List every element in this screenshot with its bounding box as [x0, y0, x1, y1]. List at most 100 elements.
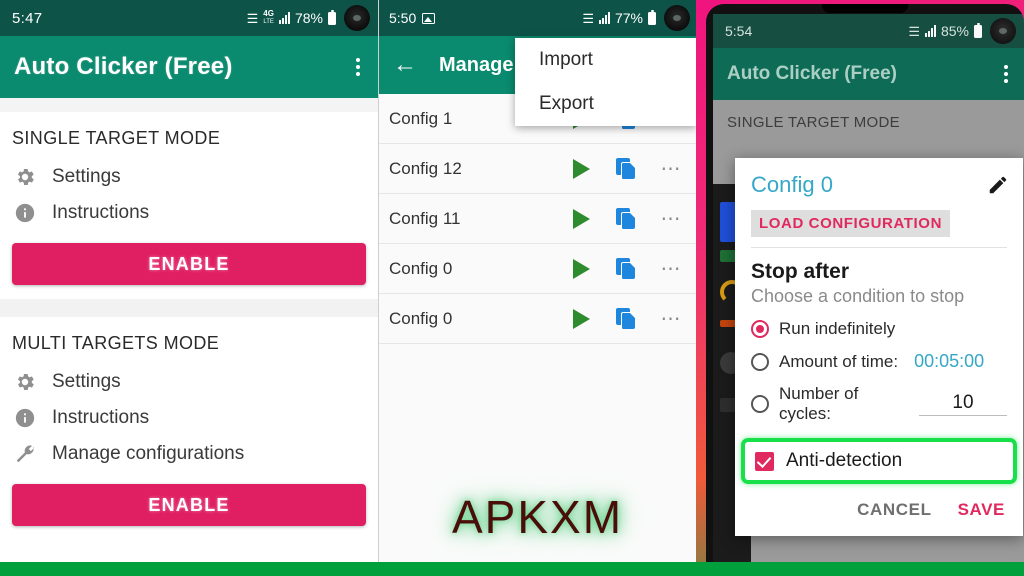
- image-icon: [422, 12, 436, 24]
- menu-item-settings-single[interactable]: Settings: [0, 159, 378, 195]
- play-icon[interactable]: [572, 258, 590, 279]
- pencil-icon[interactable]: [987, 174, 1009, 196]
- dialog-title: Config 0: [751, 172, 833, 197]
- kebab-menu-icon[interactable]: [350, 52, 366, 82]
- copy-icon[interactable]: [615, 208, 635, 229]
- config-name: Config 0: [389, 308, 453, 328]
- status-bar-panel1: 5:47 ☰ 4G LTE 78%: [0, 0, 378, 36]
- dialog-header: Config 0: [735, 170, 1023, 198]
- more-icon[interactable]: ⋯: [661, 309, 683, 329]
- config-name: Config 12: [389, 158, 462, 178]
- section-heading-multi-targets: MULTI TARGETS MODE: [12, 333, 220, 353]
- gear-icon: [14, 166, 36, 188]
- bottom-green-bar: [0, 562, 1024, 576]
- table-row[interactable]: Config 0 ⋯: [379, 294, 696, 344]
- anti-detection-label: Anti-detection: [786, 450, 903, 471]
- play-icon[interactable]: [572, 158, 590, 179]
- menu-item-instructions-single[interactable]: Instructions: [0, 195, 378, 231]
- screenshot-stage: 5:47 ☰ 4G LTE 78% Auto Clicker (Free) SIN…: [0, 0, 1024, 576]
- radio-icon-selected[interactable]: [751, 320, 769, 338]
- panel-auto-clicker-home: 5:47 ☰ 4G LTE 78% Auto Clicker (Free) SIN…: [0, 0, 378, 566]
- radio-label: Number of cycles:: [779, 384, 859, 423]
- camera-punchhole: [344, 5, 370, 31]
- section-heading-single-target: SINGLE TARGET MODE: [727, 114, 900, 131]
- gear-icon: [14, 371, 36, 393]
- app-bar-panel3: Auto Clicker (Free): [713, 48, 1024, 100]
- status-clock: 5:47: [12, 9, 43, 27]
- info-icon: [14, 407, 36, 429]
- table-row[interactable]: Config 0 ⋯: [379, 244, 696, 294]
- menu-item-instructions-multi[interactable]: Instructions: [0, 400, 378, 436]
- wifi-icon: ☰: [582, 10, 594, 26]
- play-icon[interactable]: [572, 308, 590, 329]
- menu-item-settings-multi[interactable]: Settings: [0, 364, 378, 400]
- config-edit-dialog: Config 0 LOAD CONFIGURATION Stop after C…: [735, 158, 1023, 536]
- copy-icon[interactable]: [615, 258, 635, 279]
- content-top-gap: [0, 98, 378, 112]
- status-icons: ☰ 85%: [908, 22, 982, 39]
- radio-option-number-of-cycles[interactable]: Number of cycles: 10: [735, 378, 1023, 430]
- enable-button-multi-targets[interactable]: ENABLE: [12, 484, 366, 526]
- more-icon[interactable]: ⋯: [661, 259, 683, 279]
- more-icon[interactable]: ⋯: [661, 159, 683, 179]
- radio-label: Amount of time:: [779, 351, 899, 371]
- load-configuration-button[interactable]: LOAD CONFIGURATION: [751, 210, 951, 237]
- battery-icon: [648, 9, 656, 25]
- radio-icon[interactable]: [751, 395, 769, 413]
- back-arrow-icon[interactable]: ←: [393, 53, 417, 77]
- cancel-button[interactable]: CANCEL: [857, 500, 931, 520]
- status-clock: 5:54: [725, 23, 753, 39]
- number-of-cycles-input[interactable]: 10: [919, 392, 1007, 416]
- dialog-actions: CANCEL SAVE: [735, 490, 1023, 536]
- menu-item-label: Manage configurations: [52, 443, 245, 464]
- signal-bars-icon: [278, 12, 290, 24]
- app-title: Auto Clicker (Free): [14, 53, 233, 80]
- wrench-icon: [14, 443, 36, 465]
- config-name: Config 0: [389, 258, 453, 278]
- section-divider: [0, 299, 378, 317]
- status-bar-panel2: 5:50 ☰ 77%: [379, 0, 696, 36]
- menu-item-label: Settings: [52, 371, 121, 392]
- phone-notch: [822, 4, 908, 13]
- checkbox-icon-checked[interactable]: [755, 451, 774, 471]
- menu-item-label: Settings: [52, 166, 121, 187]
- more-icon[interactable]: ⋯: [661, 209, 683, 229]
- amount-of-time-value[interactable]: 00:05:00: [914, 351, 984, 372]
- kebab-menu-icon[interactable]: [998, 59, 1014, 89]
- radio-option-run-indefinitely[interactable]: Run indefinitely: [735, 313, 1023, 345]
- menu-item-export[interactable]: Export: [515, 82, 696, 126]
- app-title: Auto Clicker (Free): [727, 63, 897, 84]
- app-bar-panel1: Auto Clicker (Free): [0, 36, 378, 98]
- panel-config-dialog: 5:54 ☰ 85% Auto Clicker (Free) SINGLE TA…: [696, 0, 1024, 566]
- config-name: Config 11: [389, 208, 461, 228]
- status-clock: 5:50: [389, 10, 417, 26]
- info-icon: [14, 202, 36, 224]
- menu-item-manage-configurations[interactable]: Manage configurations: [0, 436, 378, 472]
- copy-icon[interactable]: [615, 158, 635, 179]
- copy-icon[interactable]: [615, 308, 635, 329]
- radio-icon[interactable]: [751, 352, 769, 371]
- table-row[interactable]: Config 12 ⋯: [379, 144, 696, 194]
- stop-after-heading: Stop after: [751, 260, 850, 283]
- status-icons: ☰ 4G LTE 78%: [246, 9, 336, 26]
- radio-option-amount-of-time[interactable]: Amount of time: 00:05:00: [735, 345, 1023, 378]
- menu-item-label: Instructions: [52, 202, 150, 223]
- menu-item-import[interactable]: Import: [515, 38, 696, 82]
- section-heading-single-target: SINGLE TARGET MODE: [12, 128, 221, 148]
- watermark-apkxm: APKXM: [451, 491, 624, 543]
- play-icon[interactable]: [572, 208, 590, 229]
- battery-percent: 78%: [294, 10, 323, 26]
- camera-punchhole: [664, 5, 690, 31]
- panel1-body: SINGLE TARGET MODE Settings Instructions…: [0, 112, 378, 526]
- wifi-icon: ☰: [246, 10, 259, 26]
- signal-bars-icon: [598, 12, 610, 24]
- battery-percent: 85%: [940, 23, 969, 39]
- network-4g-icon: 4G LTE: [263, 9, 274, 26]
- status-icons: ☰ 77%: [582, 9, 656, 26]
- save-button[interactable]: SAVE: [958, 500, 1005, 520]
- table-row[interactable]: Config 11 ⋯: [379, 194, 696, 244]
- enable-button-single-target[interactable]: ENABLE: [12, 243, 366, 285]
- configuration-list: Config 1 ⋯ Config 12 ⋯ Config 11: [379, 94, 696, 344]
- overflow-menu-popup: Import Export: [515, 38, 696, 126]
- anti-detection-highlight: Anti-detection: [741, 438, 1017, 484]
